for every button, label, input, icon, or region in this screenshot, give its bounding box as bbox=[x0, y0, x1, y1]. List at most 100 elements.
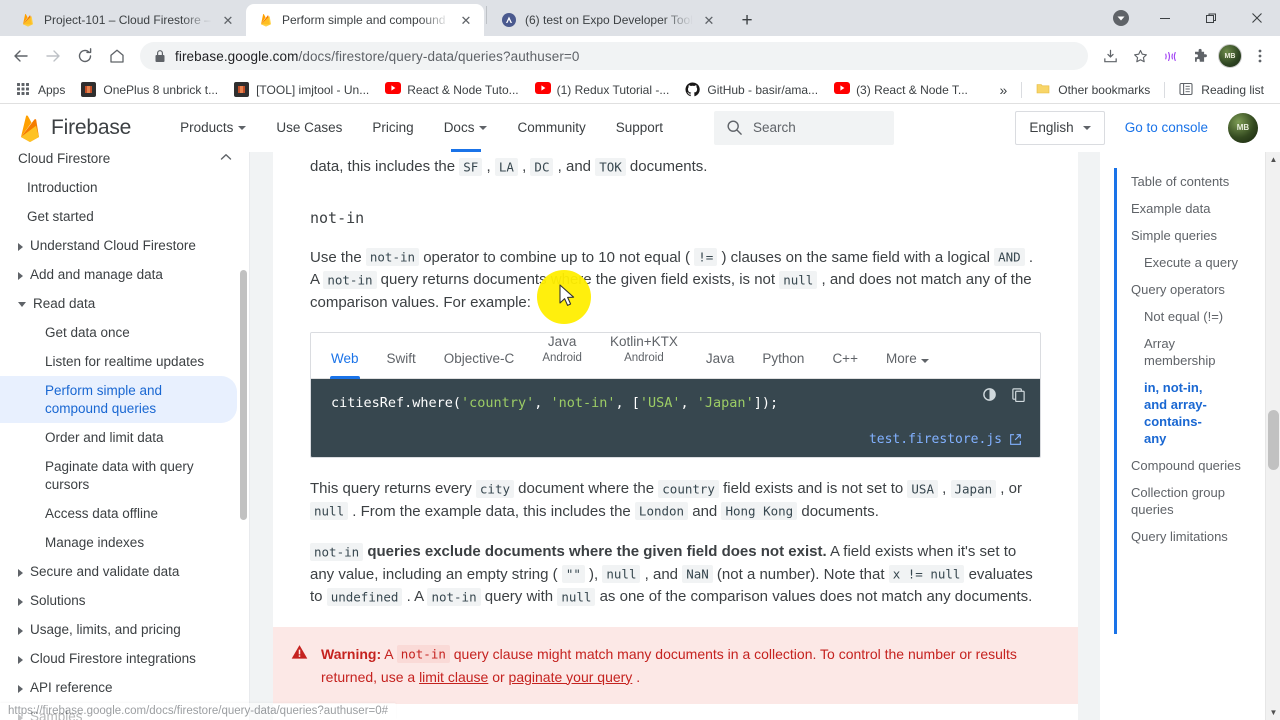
go-to-console-link[interactable]: Go to console bbox=[1105, 120, 1228, 135]
code-string-token: 'country' bbox=[461, 395, 535, 411]
close-icon[interactable]: ✕ bbox=[701, 12, 717, 28]
bookmark-item[interactable]: (3) React & Node T... bbox=[826, 79, 976, 101]
sidebar-item-get-data-once[interactable]: Get data once bbox=[0, 318, 249, 347]
sidebar-item-paginate-data-with-query-cursors[interactable]: Paginate data with query cursors bbox=[0, 452, 249, 499]
scroll-down-icon[interactable]: ▼ bbox=[1266, 705, 1280, 720]
scroll-up-icon[interactable]: ▲ bbox=[1266, 152, 1280, 167]
close-icon[interactable]: ✕ bbox=[220, 12, 236, 28]
inline-code: not-in bbox=[396, 645, 450, 663]
sidebar-section-cloud-firestore[interactable]: Cloud Firestore bbox=[0, 152, 249, 173]
chrome-menu-icon[interactable] bbox=[1246, 42, 1274, 70]
sidebar-item-add-and-manage-data[interactable]: Add and manage data bbox=[0, 260, 249, 289]
bookmark-label: GitHub - basir/ama... bbox=[707, 82, 819, 97]
copy-icon[interactable] bbox=[1011, 387, 1026, 407]
sidebar-item-get-started[interactable]: Get started bbox=[0, 202, 249, 231]
bookmarks-overflow-button[interactable]: » bbox=[991, 79, 1015, 101]
scrollbar-thumb[interactable] bbox=[1268, 410, 1279, 470]
toc-item-execute-a-query[interactable]: Execute a query bbox=[1131, 249, 1270, 276]
sidebar-item-cloud-firestore-integrations[interactable]: Cloud Firestore integrations bbox=[0, 644, 249, 673]
sidebar-item-solutions[interactable]: Solutions bbox=[0, 586, 249, 615]
language-selector[interactable]: English bbox=[1015, 110, 1105, 145]
tab-sublabel: Android bbox=[542, 352, 582, 364]
tab-python[interactable]: Python bbox=[748, 351, 818, 378]
search-input[interactable]: Search bbox=[714, 110, 895, 145]
other-bookmarks-button[interactable]: Other bookmarks bbox=[1028, 79, 1158, 101]
tab-java-android[interactable]: Java Android bbox=[528, 334, 596, 378]
toc-item-example-data[interactable]: Example data bbox=[1131, 195, 1270, 222]
sidebar-item-introduction[interactable]: Introduction bbox=[0, 173, 249, 202]
install-icon[interactable] bbox=[1096, 42, 1124, 70]
forward-button[interactable] bbox=[38, 41, 68, 71]
close-icon[interactable]: ✕ bbox=[458, 12, 474, 28]
sidebar-item-label: Solutions bbox=[30, 592, 86, 608]
new-tab-button[interactable]: + bbox=[733, 6, 761, 34]
toc-item-array-membership[interactable]: Array membership bbox=[1131, 330, 1216, 374]
tab-web[interactable]: Web bbox=[317, 351, 373, 378]
address-bar[interactable]: firebase.google.com/docs/firestore/query… bbox=[140, 42, 1088, 70]
toc-item-not-equal[interactable]: Not equal (!=) bbox=[1131, 303, 1270, 330]
toc-item-simple-queries[interactable]: Simple queries bbox=[1131, 222, 1270, 249]
toc-item-collection-group-queries[interactable]: Collection group queries bbox=[1131, 479, 1241, 523]
tab-cpp[interactable]: C++ bbox=[818, 351, 872, 378]
bookmark-item[interactable]: OnePlus 8 unbrick t... bbox=[73, 79, 226, 101]
profile-avatar[interactable]: MB bbox=[1216, 42, 1244, 70]
tab-title: Perform simple and compound q bbox=[282, 13, 450, 27]
toc-item-compound-queries[interactable]: Compound queries bbox=[1131, 452, 1270, 479]
bookmark-item[interactable]: GitHub - basir/ama... bbox=[677, 79, 826, 101]
nav-community[interactable]: Community bbox=[502, 104, 600, 152]
sidebar-item-usage-limits-and-pricing[interactable]: Usage, limits, and pricing bbox=[0, 615, 249, 644]
contrast-icon[interactable] bbox=[982, 387, 997, 407]
browser-tab-3[interactable]: (6) test on Expo Developer Tools ✕ bbox=[489, 4, 727, 36]
reload-button[interactable] bbox=[70, 41, 100, 71]
limit-clause-link[interactable]: limit clause bbox=[419, 669, 488, 685]
sidebar-item-order-and-limit-data[interactable]: Order and limit data bbox=[0, 423, 249, 452]
nav-support[interactable]: Support bbox=[601, 104, 678, 152]
sidebar-item-manage-indexes[interactable]: Manage indexes bbox=[0, 528, 249, 557]
code-source-file-link[interactable]: test.firestore.js bbox=[869, 432, 1022, 447]
search-icon bbox=[726, 119, 743, 136]
extensions-puzzle-icon[interactable] bbox=[1186, 42, 1214, 70]
sidebar-item-label: Get started bbox=[27, 208, 94, 224]
other-bookmarks-label: Other bookmarks bbox=[1058, 82, 1151, 97]
sidebar-item-secure-and-validate-data[interactable]: Secure and validate data bbox=[0, 557, 249, 586]
sidebar-item-access-data-offline[interactable]: Access data offline bbox=[0, 499, 249, 528]
profile-chip-icon[interactable] bbox=[1106, 3, 1136, 33]
bookmark-item[interactable]: (1) Redux Tutorial -... bbox=[527, 79, 678, 101]
bookmark-item[interactable]: React & Node Tuto... bbox=[377, 79, 526, 101]
browser-tab-2[interactable]: Perform simple and compound q ✕ bbox=[246, 4, 484, 36]
tab-objective-c[interactable]: Objective-C bbox=[430, 351, 529, 378]
user-avatar[interactable]: MB bbox=[1228, 112, 1258, 143]
toc-item-query-limitations[interactable]: Query limitations bbox=[1131, 523, 1270, 550]
window-close-button[interactable] bbox=[1234, 2, 1280, 34]
tab-java[interactable]: Java bbox=[692, 351, 749, 378]
bookmark-apps[interactable]: Apps bbox=[8, 79, 73, 101]
cast-icon[interactable] bbox=[1156, 42, 1184, 70]
back-button[interactable] bbox=[6, 41, 36, 71]
sidebar-item-perform-simple-and-compound-queries[interactable]: Perform simple and compound queries bbox=[0, 376, 237, 423]
bookmark-item[interactable]: [TOOL] imjtool - Un... bbox=[226, 79, 377, 101]
nav-pricing[interactable]: Pricing bbox=[357, 104, 428, 152]
browser-tab-1[interactable]: Project-101 – Cloud Firestore – F ✕ bbox=[8, 4, 246, 36]
inline-code: not-in bbox=[323, 270, 377, 289]
sidebar-item-listen-for-realtime-updates[interactable]: Listen for realtime updates bbox=[0, 347, 249, 376]
toc-item-query-operators[interactable]: Query operators bbox=[1131, 276, 1270, 303]
page-scrollbar[interactable]: ▲ ▼ bbox=[1265, 152, 1280, 720]
nav-use-cases[interactable]: Use Cases bbox=[261, 104, 357, 152]
sidebar-item-understand-cloud-firestore[interactable]: Understand Cloud Firestore bbox=[0, 231, 249, 260]
nav-products[interactable]: Products bbox=[165, 104, 261, 152]
paginate-query-link[interactable]: paginate your query bbox=[509, 669, 633, 685]
maximize-button[interactable] bbox=[1188, 2, 1234, 34]
sidebar-item-read-data[interactable]: Read data bbox=[0, 289, 249, 318]
tab-kotlin-ktx-android[interactable]: Kotlin+KTX Android bbox=[596, 334, 692, 378]
sidebar-item-api-reference[interactable]: API reference bbox=[0, 673, 249, 702]
tab-more[interactable]: More bbox=[872, 351, 943, 378]
nav-docs[interactable]: Docs bbox=[429, 104, 503, 152]
reading-list-button[interactable]: Reading list bbox=[1171, 79, 1272, 101]
bookmark-star-icon[interactable] bbox=[1126, 42, 1154, 70]
sidebar-scrollbar[interactable] bbox=[240, 270, 247, 520]
tab-swift[interactable]: Swift bbox=[373, 351, 430, 378]
firebase-logo[interactable]: Firebase bbox=[18, 113, 131, 143]
toc-item-in-not-in-and-array-contains-any[interactable]: in, not-in, and array-contains-any bbox=[1131, 374, 1217, 452]
home-button[interactable] bbox=[102, 41, 132, 71]
minimize-button[interactable] bbox=[1142, 2, 1188, 34]
